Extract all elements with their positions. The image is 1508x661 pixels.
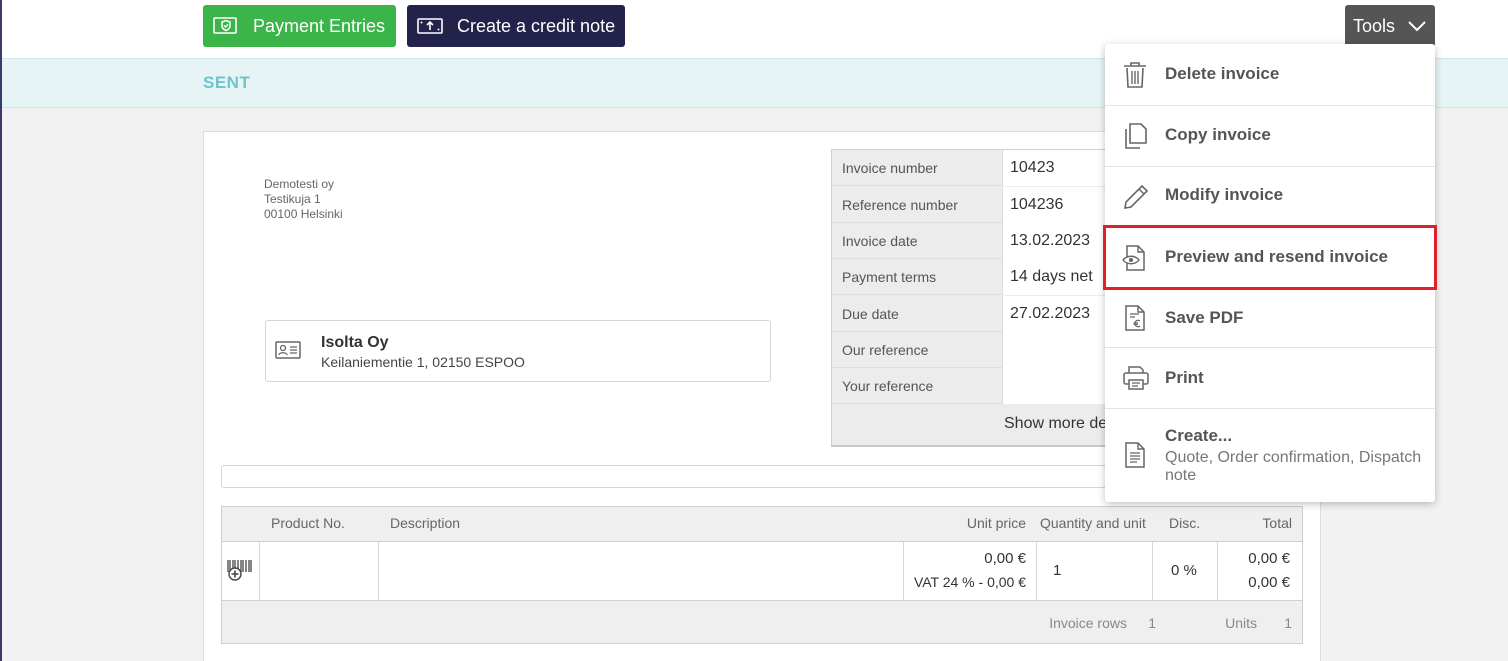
meta-row-payment-terms: Payment terms 14 days net (832, 259, 1122, 295)
meta-row-reference-number: Reference number 104236 (832, 187, 1122, 223)
highlight-box (1103, 225, 1437, 290)
meta-label: Invoice number (842, 160, 938, 176)
sender-street: Testikuja 1 (264, 192, 321, 206)
units-label: Units (1225, 615, 1257, 631)
meta-row-your-reference: Your reference (832, 368, 1122, 404)
pencil-icon (1122, 183, 1150, 216)
total-vat-value: 0,00 € (1248, 574, 1290, 591)
quantity-cell[interactable]: 1 (1037, 542, 1153, 600)
vat-line: VAT 24 % - 0,00 € (913, 574, 1026, 590)
menu-item-label: Modify invoice (1165, 185, 1284, 204)
meta-label: Payment terms (842, 269, 937, 285)
invoice-rows-table: Product No. Description Unit price Quant… (221, 506, 1303, 644)
header-total: Total (1262, 515, 1292, 531)
menu-item-delete-invoice[interactable]: Delete invoice (1105, 44, 1435, 106)
meta-label: Due date (842, 306, 899, 322)
meta-row-our-reference: Our reference (832, 332, 1122, 368)
meta-value[interactable] (1002, 332, 1122, 368)
menu-item-save-pdf[interactable]: Save PDF (1105, 289, 1435, 348)
meta-label: Reference number (842, 197, 958, 213)
meta-row-invoice-date: Invoice date 13.02.2023 (832, 223, 1122, 259)
payment-entries-label: Payment Entries (253, 15, 386, 36)
recipient-address: Keilaniementie 1, 02150 ESPOO (321, 354, 525, 370)
menu-item-copy-invoice[interactable]: Copy invoice (1105, 106, 1435, 167)
meta-label: Our reference (842, 342, 929, 358)
payment-entries-button[interactable]: Payment Entries (203, 5, 396, 47)
table-row: 0,00 € VAT 24 % - 0,00 € 1 0 % 0,00 € 0,… (222, 541, 1302, 601)
invoice-details-panel: Invoice number 10423 Reference number 10… (831, 149, 1122, 447)
menu-item-modify-invoice[interactable]: Modify invoice (1105, 167, 1435, 227)
header-quantity: Quantity and unit (1040, 515, 1146, 531)
meta-value[interactable]: 27.02.2023 (1002, 296, 1122, 332)
contact-card-icon (275, 341, 301, 364)
description-cell[interactable] (379, 542, 904, 600)
quantity-value: 1 (1053, 562, 1062, 579)
menu-item-label: Copy invoice (1165, 125, 1271, 144)
invoice-status: SENT (203, 73, 251, 92)
sender-address: Demotesti oy Testikuja 1 00100 Helsinki (264, 177, 343, 222)
sender-name: Demotesti oy (264, 177, 335, 191)
menu-item-label: Save PDF (1165, 308, 1244, 327)
document-euro-icon (1122, 304, 1148, 337)
meta-value[interactable]: 10423 (1002, 150, 1122, 186)
recipient-card[interactable]: Isolta Oy Keilaniementie 1, 02150 ESPOO (265, 320, 771, 382)
invoice-rows-count: 1 (1148, 615, 1156, 631)
meta-value[interactable]: 104236 (1002, 187, 1122, 223)
header-product-no: Product No. (271, 515, 345, 531)
meta-row-invoice-number: Invoice number 10423 (832, 150, 1122, 186)
money-shield-icon (213, 15, 239, 37)
document-list-icon (1122, 441, 1148, 474)
header-unit-price: Unit price (966, 515, 1026, 531)
trash-icon (1122, 61, 1148, 94)
total-cell: 0,00 € 0,00 € (1218, 542, 1302, 600)
product-no-cell[interactable] (260, 542, 379, 600)
tools-label: Tools (1353, 15, 1396, 36)
create-credit-note-label: Create a credit note (457, 15, 616, 36)
unit-price-value: 0,00 € (984, 550, 1026, 567)
menu-item-label: Delete invoice (1165, 64, 1280, 83)
menu-item-print[interactable]: Print (1105, 348, 1435, 409)
discount-value: 0 % (1171, 562, 1197, 579)
header-description: Description (390, 515, 461, 531)
chevron-down-icon (1407, 16, 1427, 37)
copy-icon (1122, 122, 1148, 155)
menu-item-label: Print (1165, 368, 1204, 387)
tools-dropdown-button[interactable]: Tools (1345, 5, 1435, 47)
create-credit-note-button[interactable]: Create a credit note (407, 5, 625, 47)
total-value: 0,00 € (1248, 550, 1290, 567)
meta-label: Your reference (842, 378, 934, 394)
recipient-name: Isolta Oy (321, 334, 389, 351)
meta-label: Invoice date (842, 233, 918, 249)
menu-item-create[interactable]: Create... Quote, Order confirmation, Dis… (1105, 409, 1435, 502)
meta-value[interactable] (1002, 368, 1122, 404)
invoice-rows-label: Invoice rows (1049, 615, 1127, 631)
unit-price-cell[interactable]: 0,00 € VAT 24 % - 0,00 € (904, 542, 1037, 600)
header-discount: Disc. (1169, 515, 1201, 531)
menu-item-sublabel: Quote, Order confirmation, Dispatch note (1165, 449, 1422, 484)
banknote-arrow-icon (417, 15, 443, 37)
show-more-details-link[interactable]: Show more de (1004, 415, 1107, 433)
discount-cell[interactable]: 0 % (1153, 542, 1218, 600)
printer-icon (1122, 365, 1150, 396)
menu-item-label: Create... (1165, 426, 1233, 445)
units-count: 1 (1284, 615, 1292, 631)
meta-row-due-date: Due date 27.02.2023 (832, 296, 1122, 332)
sender-city: 00100 Helsinki (264, 207, 343, 221)
add-product-cell[interactable] (222, 542, 260, 600)
barcode-add-icon (226, 558, 254, 587)
